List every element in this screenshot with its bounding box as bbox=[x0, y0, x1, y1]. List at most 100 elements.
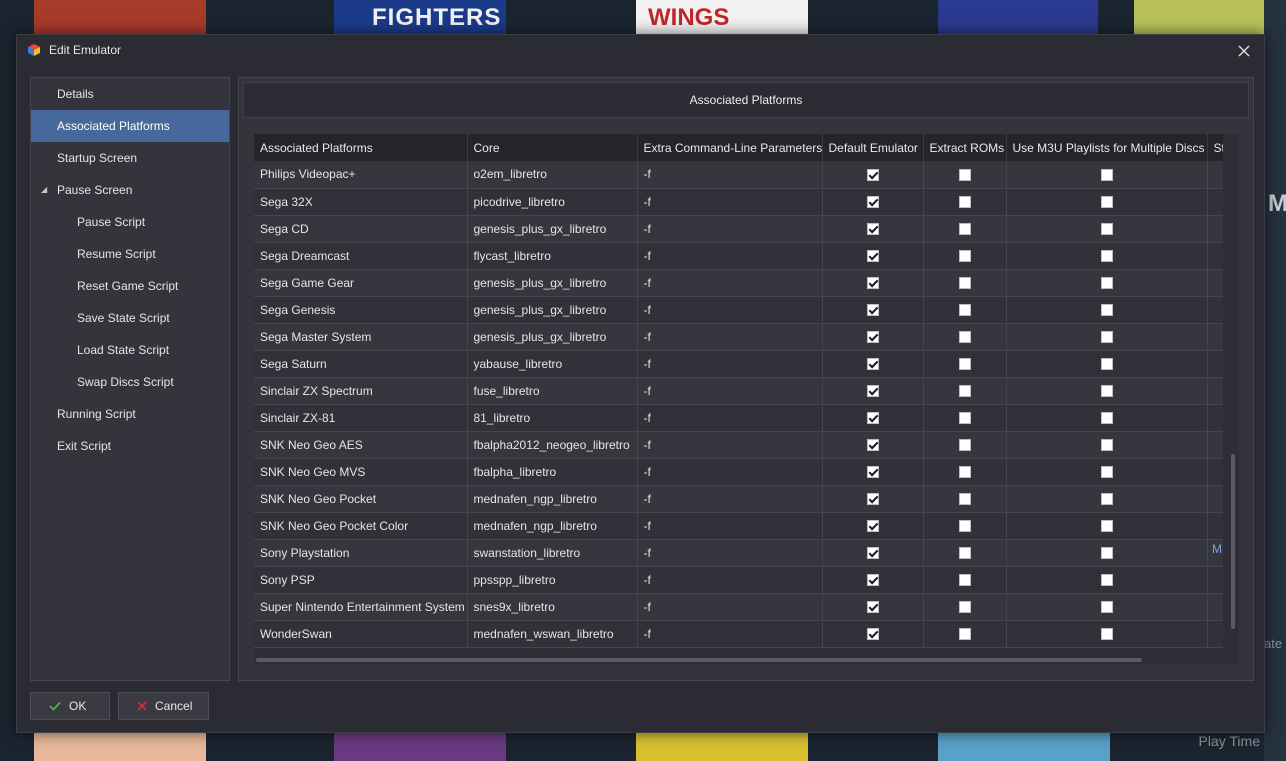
game-cover-8[interactable] bbox=[636, 733, 808, 761]
use-m3u-checkbox[interactable] bbox=[1100, 358, 1113, 371]
game-cover-3[interactable]: WINGS bbox=[636, 0, 808, 34]
platform-cell[interactable]: WonderSwan bbox=[254, 620, 468, 648]
core-cell[interactable]: picodrive_libretro bbox=[467, 188, 638, 216]
core-cell[interactable]: genesis_plus_gx_libretro bbox=[467, 296, 638, 324]
core-cell[interactable]: genesis_plus_gx_libretro bbox=[467, 215, 638, 243]
sidebar-item-save-state-script[interactable]: Save State Script bbox=[31, 302, 229, 334]
truncated-cell[interactable] bbox=[1207, 512, 1223, 540]
truncated-cell[interactable] bbox=[1207, 188, 1223, 216]
params-cell[interactable]: -f bbox=[637, 296, 823, 324]
platform-cell[interactable]: Sony PSP bbox=[254, 566, 468, 594]
platform-cell[interactable]: Sega Dreamcast bbox=[254, 242, 468, 270]
platform-cell[interactable]: Super Nintendo Entertainment System bbox=[254, 593, 468, 621]
default-emulator-checkbox[interactable] bbox=[866, 277, 879, 290]
params-cell[interactable]: -f bbox=[637, 431, 823, 459]
truncated-cell[interactable] bbox=[1207, 296, 1223, 324]
use-m3u-checkbox[interactable] bbox=[1100, 520, 1113, 533]
vertical-scrollbar[interactable] bbox=[1231, 454, 1235, 629]
table-row[interactable]: SNK Neo Geo Pocket mednafen_ngp_libretro -… bbox=[254, 485, 1223, 513]
extract-roms-checkbox[interactable] bbox=[958, 358, 971, 371]
game-cover-2[interactable]: FIGHTERS bbox=[334, 0, 506, 34]
default-emulator-checkbox[interactable] bbox=[866, 628, 879, 641]
default-emulator-checkbox[interactable] bbox=[866, 250, 879, 263]
platform-cell[interactable]: Sony Playstation bbox=[254, 539, 468, 567]
default-emulator-checkbox[interactable] bbox=[866, 358, 879, 371]
core-cell[interactable]: o2em_libretro bbox=[467, 161, 638, 189]
platform-cell[interactable]: SNK Neo Geo MVS bbox=[254, 458, 468, 486]
platform-cell[interactable]: Sega 32X bbox=[254, 188, 468, 216]
horizontal-scrollbar[interactable] bbox=[256, 658, 1142, 662]
game-cover-6[interactable] bbox=[34, 733, 206, 761]
use-m3u-checkbox[interactable] bbox=[1100, 331, 1113, 344]
params-cell[interactable]: -f bbox=[637, 620, 823, 648]
use-m3u-checkbox[interactable] bbox=[1100, 277, 1113, 290]
truncated-cell[interactable] bbox=[1207, 485, 1223, 513]
sidebar-item-exit-script[interactable]: Exit Script bbox=[31, 430, 229, 462]
core-cell[interactable]: swanstation_libretro bbox=[467, 539, 638, 567]
default-emulator-checkbox[interactable] bbox=[866, 520, 879, 533]
sidebar-item-startup-screen[interactable]: Startup Screen bbox=[31, 142, 229, 174]
extract-roms-checkbox[interactable] bbox=[958, 466, 971, 479]
use-m3u-checkbox[interactable] bbox=[1100, 493, 1113, 506]
sidebar-item-associated-platforms[interactable]: Associated Platforms bbox=[31, 110, 229, 142]
extract-roms-checkbox[interactable] bbox=[958, 439, 971, 452]
params-cell[interactable]: -f bbox=[637, 458, 823, 486]
platform-cell[interactable]: Sega CD bbox=[254, 215, 468, 243]
platform-cell[interactable]: Sega Genesis bbox=[254, 296, 468, 324]
table-row[interactable]: WonderSwan mednafen_wswan_libretro -f bbox=[254, 620, 1223, 648]
truncated-cell[interactable] bbox=[1207, 350, 1223, 378]
table-row[interactable]: SNK Neo Geo Pocket Color mednafen_ngp_lib… bbox=[254, 512, 1223, 540]
extract-roms-checkbox[interactable] bbox=[958, 601, 971, 614]
platform-cell[interactable]: Philips Videopac+ bbox=[254, 161, 468, 189]
column-header-use-m3u[interactable]: Use M3U Playlists for Multiple Discs bbox=[1006, 134, 1208, 161]
params-cell[interactable]: -f bbox=[637, 485, 823, 513]
extract-roms-checkbox[interactable] bbox=[958, 304, 971, 317]
use-m3u-checkbox[interactable] bbox=[1100, 169, 1113, 182]
use-m3u-checkbox[interactable] bbox=[1100, 304, 1113, 317]
platform-cell[interactable]: Sega Master System bbox=[254, 323, 468, 351]
params-cell[interactable]: -f bbox=[637, 269, 823, 297]
platform-cell[interactable]: Sinclair ZX Spectrum bbox=[254, 377, 468, 405]
core-cell[interactable]: mednafen_wswan_libretro bbox=[467, 620, 638, 648]
platform-cell[interactable]: SNK Neo Geo AES bbox=[254, 431, 468, 459]
table-row[interactable]: Sinclair ZX-81 81_libretro -f bbox=[254, 404, 1223, 432]
truncated-cell[interactable] bbox=[1207, 458, 1223, 486]
extract-roms-checkbox[interactable] bbox=[958, 493, 971, 506]
column-header-default-emulator[interactable]: Default Emulator bbox=[822, 134, 924, 161]
use-m3u-checkbox[interactable] bbox=[1100, 574, 1113, 587]
game-cover-5[interactable] bbox=[1134, 0, 1264, 34]
extract-roms-checkbox[interactable] bbox=[958, 331, 971, 344]
default-emulator-checkbox[interactable] bbox=[866, 439, 879, 452]
platform-cell[interactable]: SNK Neo Geo Pocket bbox=[254, 485, 468, 513]
params-cell[interactable]: -f bbox=[637, 323, 823, 351]
core-cell[interactable]: mednafen_ngp_libretro bbox=[467, 512, 638, 540]
sidebar-item-swap-discs-script[interactable]: Swap Discs Script bbox=[31, 366, 229, 398]
params-cell[interactable]: -f bbox=[637, 512, 823, 540]
sidebar-item-pause-screen[interactable]: ◢ Pause Screen bbox=[31, 174, 229, 206]
use-m3u-checkbox[interactable] bbox=[1100, 466, 1113, 479]
default-emulator-checkbox[interactable] bbox=[866, 547, 879, 560]
game-cover-4[interactable] bbox=[938, 0, 1098, 34]
extract-roms-checkbox[interactable] bbox=[958, 412, 971, 425]
platform-cell[interactable]: Sinclair ZX-81 bbox=[254, 404, 468, 432]
core-cell[interactable]: ppsspp_libretro bbox=[467, 566, 638, 594]
use-m3u-checkbox[interactable] bbox=[1100, 196, 1113, 209]
extract-roms-checkbox[interactable] bbox=[958, 277, 971, 290]
truncated-cell[interactable] bbox=[1207, 269, 1223, 297]
sidebar-item-load-state-script[interactable]: Load State Script bbox=[31, 334, 229, 366]
extract-roms-checkbox[interactable] bbox=[958, 223, 971, 236]
extract-roms-checkbox[interactable] bbox=[958, 169, 971, 182]
sidebar-item-running-script[interactable]: Running Script bbox=[31, 398, 229, 430]
sidebar-item-details[interactable]: Details bbox=[31, 78, 229, 110]
sidebar-item-reset-game-script[interactable]: Reset Game Script bbox=[31, 270, 229, 302]
core-cell[interactable]: genesis_plus_gx_libretro bbox=[467, 269, 638, 297]
params-cell[interactable]: -f bbox=[637, 593, 823, 621]
table-row[interactable]: Sega Genesis genesis_plus_gx_libretro -f bbox=[254, 296, 1223, 324]
table-row[interactable]: Sony PSP ppsspp_libretro -f bbox=[254, 566, 1223, 594]
params-cell[interactable]: -f bbox=[637, 161, 823, 189]
core-cell[interactable]: fuse_libretro bbox=[467, 377, 638, 405]
ok-button[interactable]: OK bbox=[30, 692, 110, 720]
game-cover-9[interactable] bbox=[938, 733, 1110, 761]
table-row[interactable]: Philips Videopac+ o2em_libretro -f bbox=[254, 161, 1223, 189]
default-emulator-checkbox[interactable] bbox=[866, 196, 879, 209]
